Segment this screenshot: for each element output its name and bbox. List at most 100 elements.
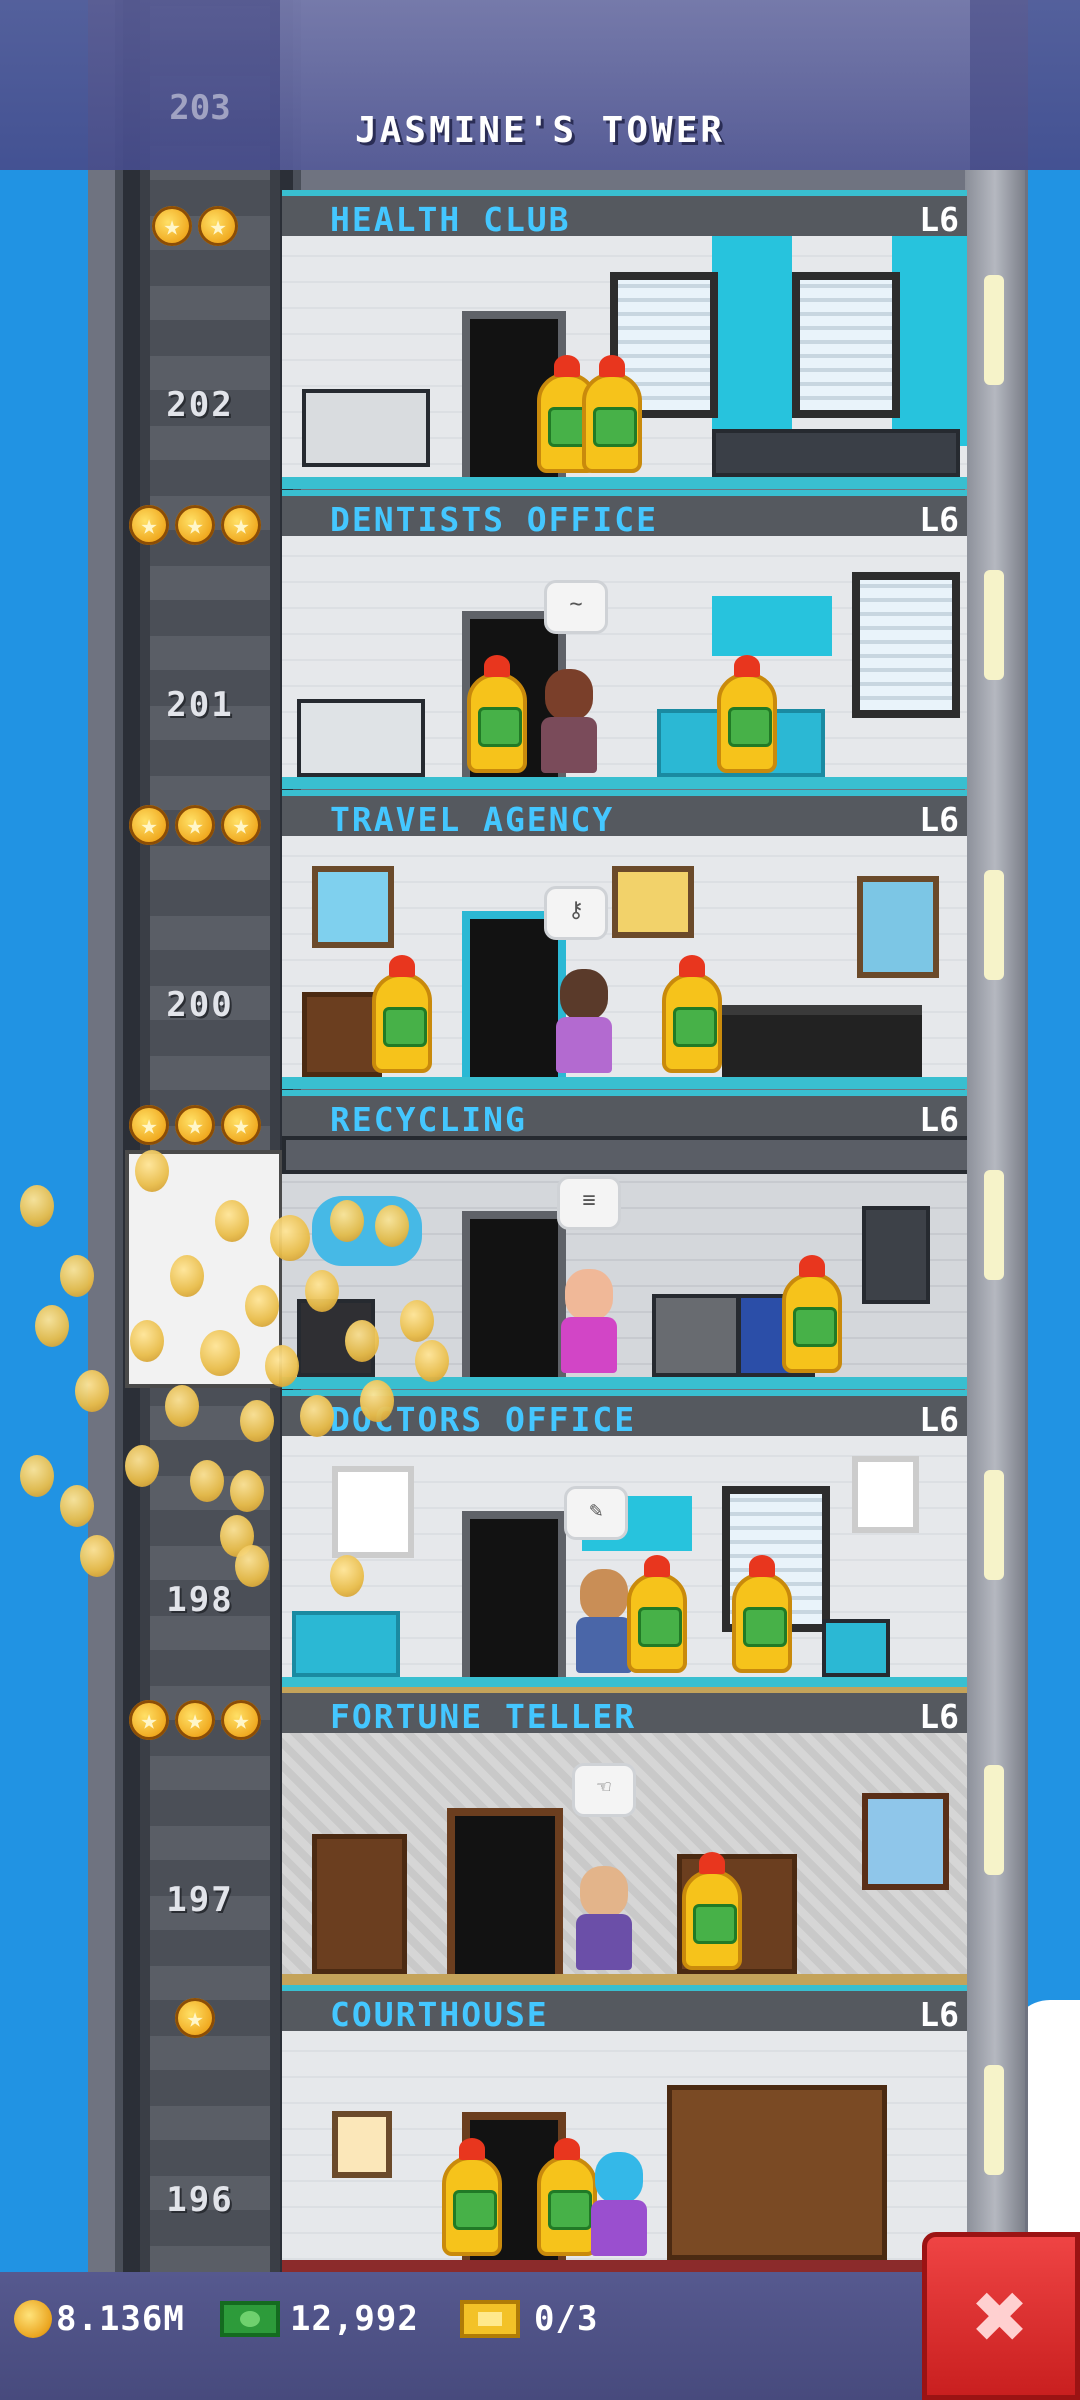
treadmills bbox=[712, 429, 960, 477]
coin-icon bbox=[270, 1215, 310, 1261]
star-icon: ★ bbox=[175, 505, 215, 545]
room-door bbox=[462, 1211, 566, 1377]
coin-icon bbox=[215, 1200, 249, 1242]
floor-banner: HEALTH CLUB L6 bbox=[282, 190, 967, 239]
room: ☜ bbox=[282, 1733, 967, 1986]
coin-icon bbox=[130, 1320, 164, 1362]
wall-lamp bbox=[984, 1765, 1004, 1875]
floor-banner: DENTISTS OFFICE L6 bbox=[282, 490, 967, 539]
floor-health-club[interactable]: HEALTH CLUB L6 bbox=[282, 190, 967, 489]
chicken-character[interactable] bbox=[622, 1547, 692, 1677]
floor-stars: ★ ★ ★ bbox=[120, 1105, 270, 1145]
visitor-character[interactable] bbox=[537, 657, 601, 777]
bux-counter[interactable]: 12,992 bbox=[220, 2294, 419, 2344]
close-button[interactable]: ✖ bbox=[922, 2232, 1080, 2400]
floor-level: L6 bbox=[919, 500, 959, 539]
poster bbox=[857, 876, 939, 978]
coin-icon bbox=[375, 1205, 409, 1247]
floor-stars: ★ ★ ★ bbox=[120, 1700, 270, 1740]
floor-banner: TRAVEL AGENCY L6 bbox=[282, 790, 967, 839]
bux-value: 12,992 bbox=[290, 2299, 419, 2339]
coins-counter[interactable]: 8.136M bbox=[14, 2294, 185, 2344]
chicken-character[interactable] bbox=[677, 1844, 747, 1974]
coin-icon bbox=[345, 1320, 379, 1362]
coin-icon bbox=[14, 2300, 52, 2338]
floor-stars: ★ ★ bbox=[120, 206, 270, 246]
coin-icon bbox=[20, 1185, 54, 1227]
floor-banner: COURTHOUSE L6 bbox=[282, 1985, 967, 2034]
speech-bubble: ☜ bbox=[572, 1763, 636, 1817]
dentist-chair bbox=[297, 699, 425, 777]
coin-icon bbox=[305, 1270, 339, 1312]
chicken-character[interactable] bbox=[712, 647, 782, 777]
star-icon: ★ bbox=[175, 1998, 215, 2038]
floor-level: L6 bbox=[919, 800, 959, 839]
star-icon: ★ bbox=[221, 1105, 261, 1145]
coin-icon bbox=[230, 1470, 264, 1512]
speech-bubble: ≡ bbox=[557, 1176, 621, 1230]
floor-number: 201 bbox=[166, 685, 234, 725]
star-icon: ★ bbox=[198, 206, 238, 246]
room-door bbox=[447, 1808, 563, 1974]
room: ⚷ bbox=[282, 836, 967, 1089]
speech-bubble: ⚷ bbox=[544, 886, 608, 940]
chicken-character[interactable] bbox=[657, 947, 727, 1077]
wall-lamp bbox=[984, 1170, 1004, 1280]
star-icon: ★ bbox=[129, 505, 169, 545]
star-icon: ★ bbox=[221, 1700, 261, 1740]
speech-bubble: ✎ bbox=[564, 1486, 628, 1540]
chicken-character[interactable] bbox=[727, 1547, 797, 1677]
poster bbox=[612, 866, 694, 938]
wall-lamp bbox=[984, 1470, 1004, 1580]
floor-dentists-office[interactable]: DENTISTS OFFICE L6 ~ bbox=[282, 490, 967, 789]
recycle-bin bbox=[652, 1294, 740, 1377]
coin-icon bbox=[330, 1555, 364, 1597]
tickets-counter[interactable]: 0/3 bbox=[460, 2294, 598, 2344]
floor-number: 198 bbox=[166, 1580, 234, 1620]
poster bbox=[312, 866, 394, 948]
floor-name: FORTUNE TELLER bbox=[330, 1697, 637, 1736]
floor-banner: FORTUNE TELLER L6 bbox=[282, 1687, 967, 1736]
chicken-character[interactable] bbox=[777, 1247, 847, 1377]
coins-value: 8.136M bbox=[56, 2299, 185, 2339]
room: ≡ bbox=[282, 1136, 967, 1389]
floor-name: HEALTH CLUB bbox=[330, 200, 571, 239]
tower-title: JASMINE'S TOWER bbox=[354, 110, 726, 151]
anatomy-poster bbox=[852, 1456, 919, 1533]
coin-icon bbox=[415, 1340, 449, 1382]
visitor-character[interactable] bbox=[572, 1854, 636, 1974]
coin-icon bbox=[300, 1395, 334, 1437]
star-icon: ★ bbox=[129, 1700, 169, 1740]
chicken-character[interactable] bbox=[462, 647, 532, 777]
floor-name: TRAVEL AGENCY bbox=[330, 800, 615, 839]
cash-icon bbox=[220, 2301, 280, 2337]
ticket-icon bbox=[460, 2300, 520, 2338]
coin-icon bbox=[35, 1305, 69, 1347]
floor-courthouse[interactable]: COURTHOUSE L6 bbox=[282, 1985, 967, 2272]
floor-travel-agency[interactable]: TRAVEL AGENCY L6 ⚷ bbox=[282, 790, 967, 1089]
visitor-character[interactable] bbox=[557, 1257, 621, 1377]
star-icon: ★ bbox=[152, 206, 192, 246]
floor-number: 200 bbox=[166, 985, 234, 1025]
visitor-character[interactable] bbox=[552, 957, 616, 1077]
speech-bubble: ~ bbox=[544, 580, 608, 634]
floor-number: 196 bbox=[166, 2180, 234, 2220]
floor-name: RECYCLING bbox=[330, 1100, 527, 1139]
floor-fortune-teller[interactable]: FORTUNE TELLER L6 ☜ bbox=[282, 1687, 967, 1986]
desk bbox=[722, 1005, 922, 1077]
floor-number: 202 bbox=[166, 385, 234, 425]
floor-doctors-office[interactable]: DOCTORS OFFICE L6 ✎ bbox=[282, 1390, 967, 1689]
coin-icon bbox=[235, 1545, 269, 1587]
star-icon: ★ bbox=[129, 805, 169, 845]
wall-lamp bbox=[984, 2065, 1004, 2175]
floor-level: L6 bbox=[919, 1100, 959, 1139]
chicken-character[interactable] bbox=[577, 347, 647, 477]
star-icon: ★ bbox=[221, 805, 261, 845]
coin-icon bbox=[190, 1460, 224, 1502]
visitor-character[interactable] bbox=[587, 2140, 651, 2260]
coin-icon bbox=[60, 1485, 94, 1527]
close-icon: ✖ bbox=[973, 2263, 1029, 2370]
chicken-character[interactable] bbox=[437, 2130, 507, 2260]
room-door bbox=[462, 1511, 566, 1677]
chicken-character[interactable] bbox=[367, 947, 437, 1077]
